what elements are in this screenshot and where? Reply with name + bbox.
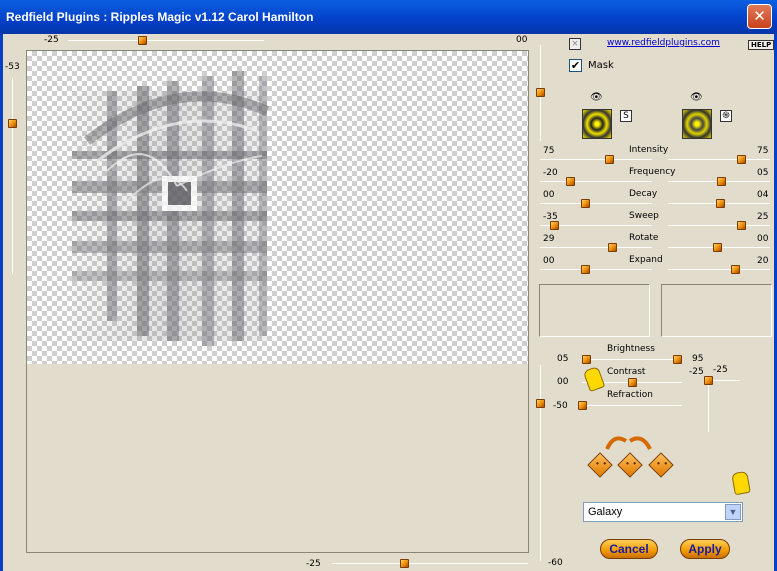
cancel-button[interactable]: Cancel	[600, 539, 658, 559]
bottom-slider-track[interactable]	[332, 563, 528, 564]
brightness-thumb-left[interactable]	[582, 355, 591, 364]
top-slider-thumb[interactable]	[138, 36, 147, 45]
rotate-right-thumb[interactable]	[713, 243, 722, 252]
brightness-left-value: 05	[557, 354, 569, 364]
intensity-right-value: 75	[757, 146, 769, 156]
s-button[interactable]: S	[620, 110, 632, 122]
intensity-label: Intensity	[629, 145, 669, 155]
brightness-slider-track[interactable]	[582, 359, 682, 360]
contrast-label: Contrast	[607, 367, 646, 377]
bottom-slider-value: -25	[306, 559, 321, 569]
expand-label: Expand	[629, 255, 663, 265]
reset-icon[interactable]: ×	[569, 38, 581, 50]
sweep-right-value: 25	[757, 212, 769, 222]
contrast-right-value-b: -25	[713, 365, 728, 375]
rotate-left-slider-track[interactable]	[540, 247, 652, 248]
preview-area[interactable]	[26, 50, 529, 553]
mask-label: Mask	[588, 60, 614, 71]
sweep-right-slider-track[interactable]	[668, 225, 770, 226]
bottom-slider-thumb[interactable]	[400, 559, 409, 568]
expand-right-thumb[interactable]	[731, 265, 740, 274]
sweep-left-thumb[interactable]	[550, 221, 559, 230]
close-button[interactable]: ✕	[747, 4, 772, 29]
texture-swatch-right[interactable]	[682, 109, 712, 139]
top-slider-value: -25	[44, 35, 59, 45]
contrast-thumb[interactable]	[628, 378, 637, 387]
brightness-label: Brightness	[607, 344, 655, 354]
sweep-label: Sweep	[629, 211, 659, 221]
decay-left-thumb[interactable]	[581, 199, 590, 208]
rotate-right-value: 00	[757, 234, 769, 244]
refraction-left-value: -50	[553, 401, 568, 411]
decay-label: Decay	[629, 189, 658, 199]
frequency-right-value: 05	[757, 168, 769, 178]
expand-right-slider-track[interactable]	[668, 269, 770, 270]
website-link[interactable]: www.redfieldplugins.com	[607, 38, 720, 48]
texture-preview-box-left	[539, 284, 650, 337]
top-slider-track[interactable]	[68, 40, 264, 41]
intensity-right-thumb[interactable]	[737, 155, 746, 164]
eye-icon[interactable]: 👁	[590, 92, 603, 103]
help-button[interactable]: HELP	[748, 40, 775, 50]
brightness-thumb-right[interactable]	[673, 355, 682, 364]
light-direction-thumb[interactable]	[704, 376, 713, 385]
swirl-button[interactable]: ֍	[720, 110, 732, 122]
decay-left-value: 00	[543, 190, 555, 200]
rotate-label: Rotate	[629, 233, 659, 243]
random-dice-icon-1[interactable]	[587, 452, 613, 478]
apply-button[interactable]: Apply	[680, 539, 730, 559]
frequency-label: Frequency	[629, 167, 676, 177]
rotate-left-thumb[interactable]	[608, 243, 617, 252]
refraction-slider-track[interactable]	[582, 405, 682, 406]
lower-vertical-slider-track[interactable]	[540, 365, 541, 561]
rotate-left-value: 29	[543, 234, 555, 244]
preset-selected-value: Galaxy	[588, 506, 623, 518]
preset-select[interactable]: Galaxy ▼	[583, 502, 743, 522]
left-slider-thumb[interactable]	[8, 119, 17, 128]
frequency-right-thumb[interactable]	[717, 177, 726, 186]
frequency-left-value: -20	[543, 168, 558, 178]
expand-left-value: 00	[543, 256, 555, 266]
decay-right-thumb[interactable]	[716, 199, 725, 208]
intensity-left-value: 75	[543, 146, 555, 156]
window-title: Redfield Plugins : Ripples Magic v1.12 C…	[6, 10, 314, 24]
contrast-right-value-a: -25	[689, 367, 704, 377]
eye-icon-2[interactable]: 👁	[690, 92, 703, 103]
refraction-label: Refraction	[607, 390, 653, 400]
refraction-thumb[interactable]	[578, 401, 587, 410]
expand-right-value: 20	[757, 256, 769, 266]
intensity-left-slider-track[interactable]	[540, 159, 652, 160]
pointing-hand-icon	[582, 365, 606, 393]
texture-preview-box-right	[661, 284, 772, 337]
contrast-left-value: 00	[557, 377, 569, 387]
window-frame-left	[0, 34, 3, 571]
lower-vertical-slider-value: -60	[548, 558, 563, 568]
light-direction-vertical-track[interactable]	[708, 380, 709, 432]
frequency-left-slider-track[interactable]	[540, 181, 652, 182]
undo-redo-arrows-icon[interactable]	[604, 431, 654, 451]
sweep-right-thumb[interactable]	[737, 221, 746, 230]
pointing-hand-icon-2	[731, 470, 751, 496]
random-dice-icon-3[interactable]	[648, 452, 674, 478]
intensity-right-slider-track[interactable]	[668, 159, 770, 160]
left-slider-track[interactable]	[12, 78, 13, 274]
middle-vertical-slider-thumb[interactable]	[536, 88, 545, 97]
left-slider-value: -53	[5, 62, 20, 72]
frequency-left-thumb[interactable]	[566, 177, 575, 186]
lower-vertical-slider-thumb[interactable]	[536, 399, 545, 408]
expand-left-thumb[interactable]	[581, 265, 590, 274]
expand-left-slider-track[interactable]	[540, 269, 652, 270]
chevron-down-icon[interactable]: ▼	[725, 504, 741, 520]
decay-right-value: 04	[757, 190, 769, 200]
texture-swatch-left[interactable]	[582, 109, 612, 139]
mask-checkbox[interactable]: ✔	[569, 59, 582, 72]
decay-left-slider-track[interactable]	[540, 203, 652, 204]
ripple-preview-image	[72, 71, 270, 346]
intensity-left-thumb[interactable]	[605, 155, 614, 164]
random-dice-icon-2[interactable]	[617, 452, 643, 478]
title-bar: Redfield Plugins : Ripples Magic v1.12 C…	[0, 0, 777, 34]
brightness-right-value: 95	[692, 354, 704, 364]
top-right-value: 00	[516, 35, 528, 45]
